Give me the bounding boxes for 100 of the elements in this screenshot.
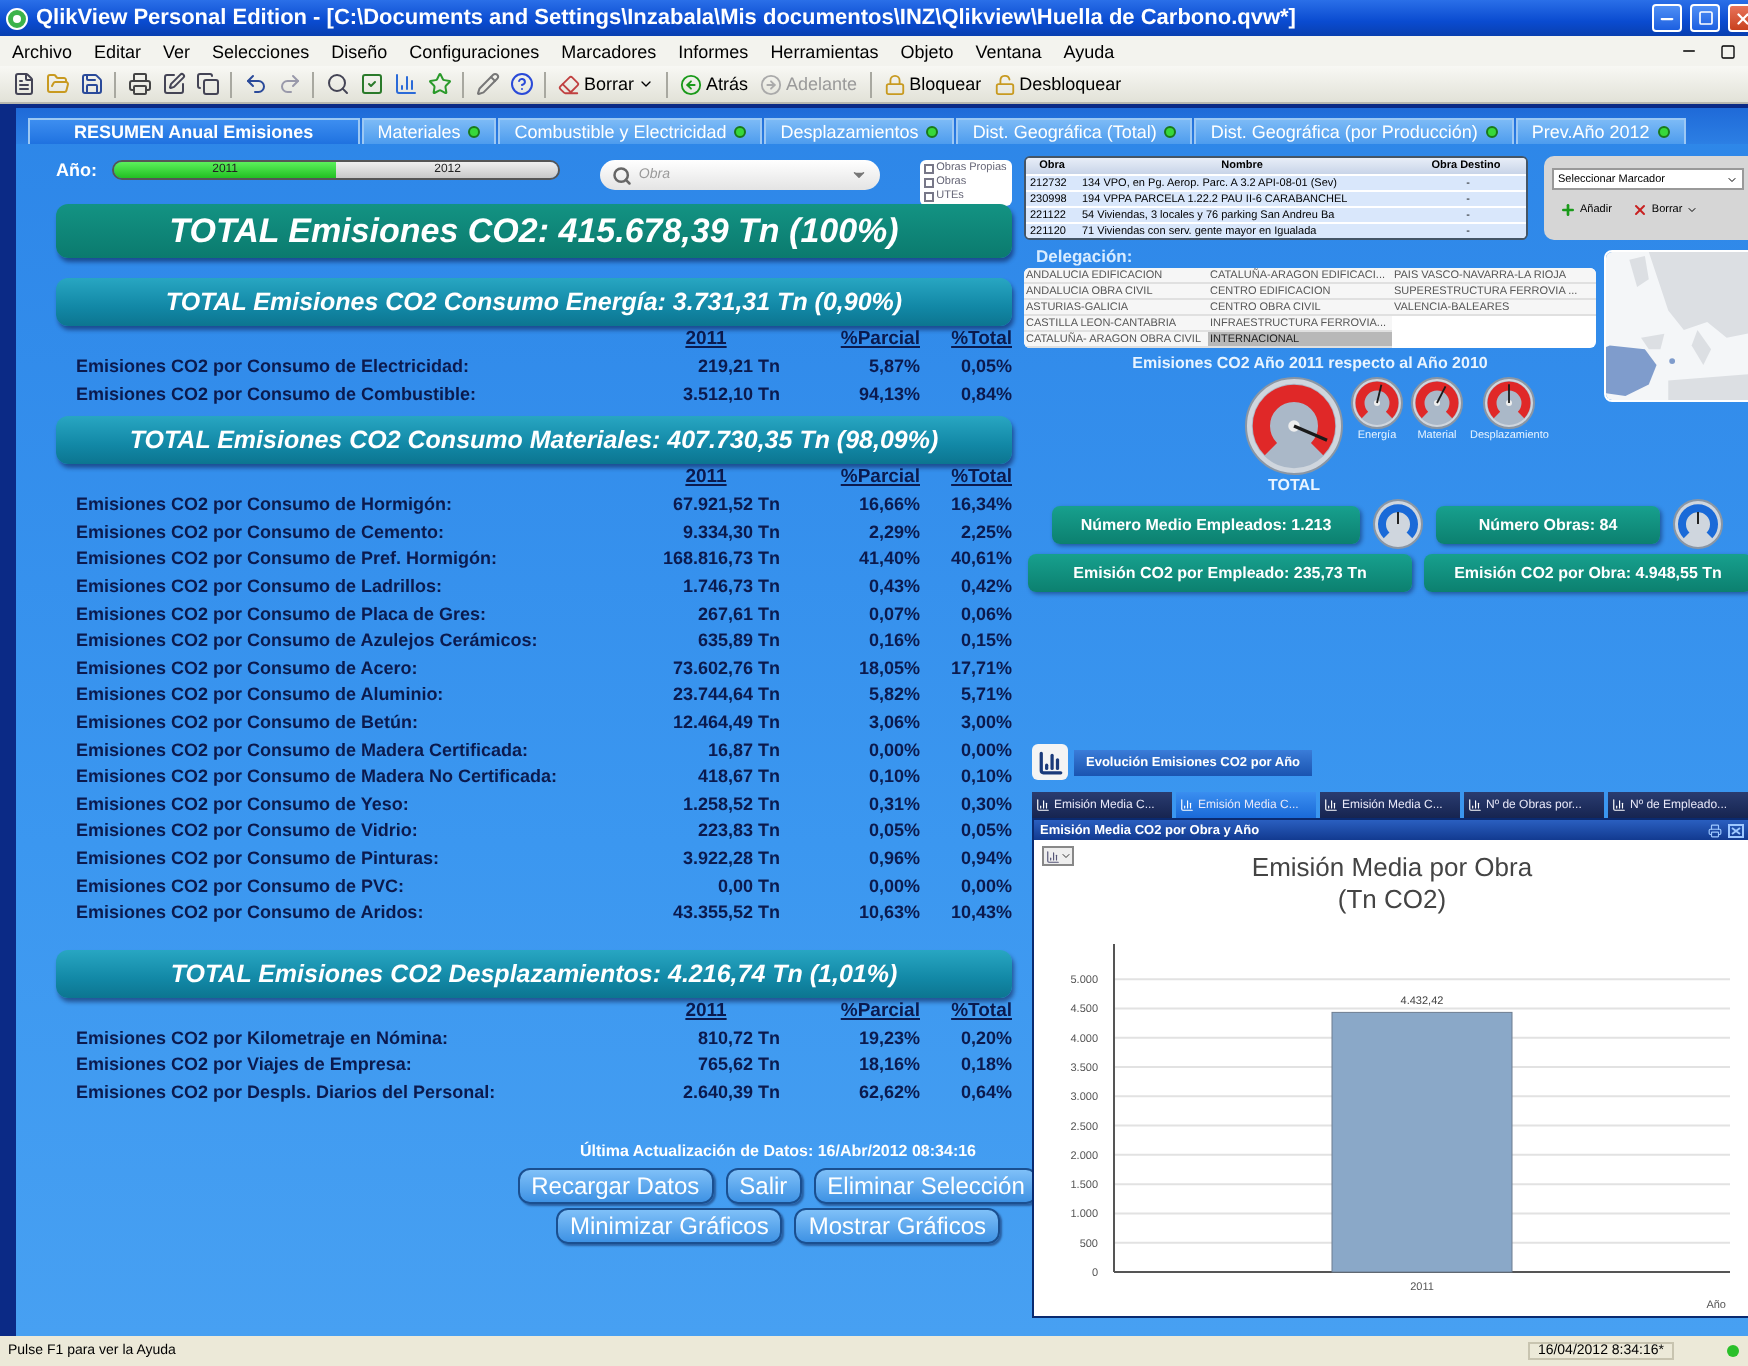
- table-cell-text: 12.464,49 Tn: [670, 709, 780, 736]
- sheet-tab[interactable]: RESUMEN Anual Emisiones: [28, 118, 360, 144]
- gauge-needle: [1508, 383, 1511, 404]
- menu-item[interactable]: Ayuda: [1063, 41, 1115, 61]
- table-cell-text: 0,16%: [866, 628, 920, 655]
- table-cell-text: 0,10%: [958, 764, 1012, 791]
- total-banner: TOTAL Emisiones CO2: 415.678,39 Tn (100%): [56, 204, 1012, 258]
- gauge-dial: [1411, 377, 1463, 429]
- row-label: Emisiones CO2 por Consumo de PVC:: [76, 873, 407, 900]
- table-cell-text: 16,87 Tn: [705, 737, 780, 764]
- plus-icon: [1560, 202, 1576, 218]
- eraser-icon: [558, 73, 580, 95]
- save-icon[interactable]: [76, 69, 106, 99]
- column-header: 2011: [685, 997, 727, 1026]
- table-cell-text: 223,83 Tn: [695, 818, 780, 845]
- column-header: %Total: [951, 326, 1012, 354]
- column-header: %Parcial: [840, 326, 920, 354]
- row-label: Emisiones CO2 por Consumo de Electricidad:: [76, 354, 472, 380]
- table-cell-text: 0,00%: [866, 737, 920, 764]
- chart-subtitle: (Tn CO2): [1337, 884, 1447, 916]
- table-cell-text: 19,23%: [856, 1025, 920, 1052]
- gauge-title: Emisiones CO2 Año 2011 respecto al Año 2010: [1132, 352, 1488, 376]
- table-cell-text: 0,00%: [958, 873, 1012, 899]
- search-icon[interactable]: [322, 69, 352, 99]
- table-cell-text: 635,89 Tn: [695, 628, 780, 655]
- table-cell-text: 0,84%: [958, 381, 1012, 408]
- table-cell-text: 0,15%: [958, 628, 1012, 655]
- table-cell-text: 765,62 Tn: [695, 1052, 780, 1079]
- toolbar-button[interactable]: Atrás: [676, 69, 753, 99]
- table-cell-text: 10,63%: [856, 900, 920, 927]
- table-cell-text: 0,31%: [866, 791, 920, 818]
- menu-item[interactable]: Marcadores: [561, 41, 657, 61]
- row-label: Emisiones CO2 por Consumo de Aridos:: [76, 900, 426, 927]
- help-icon[interactable]: [506, 69, 536, 99]
- chart-type-icon[interactable]: [1042, 846, 1074, 866]
- stat-label: Número Medio Empleados: 1.213: [1052, 505, 1360, 543]
- toolbar-button[interactable]: Bloquear: [879, 69, 986, 99]
- menu-item[interactable]: Ver: [163, 41, 191, 61]
- row-label: Emisiones CO2 por Consumo de Pref. Hormigón:: [76, 546, 500, 573]
- menu-item[interactable]: Selecciones: [212, 41, 310, 61]
- table-cell-text: 18,16%: [856, 1052, 920, 1079]
- copy-icon[interactable]: [192, 69, 222, 99]
- maximize-button[interactable]: [1690, 4, 1720, 32]
- menu-item[interactable]: Diseño: [331, 41, 388, 61]
- minimize-button[interactable]: [1652, 4, 1682, 32]
- table-cell-text: 2,25%: [958, 519, 1012, 546]
- stat-label: Emisión CO2 por Empleado: 235,73 Tn: [1028, 554, 1412, 592]
- row-label: Emisiones CO2 por Consumo de Madera Certificada:: [76, 737, 531, 764]
- row-label: Emisiones CO2 por Consumo de Betún:: [76, 709, 421, 736]
- edit-icon[interactable]: [158, 69, 188, 99]
- table-cell-text: 0,64%: [958, 1079, 1012, 1106]
- toolbar-button[interactable]: Desbloquear: [989, 69, 1126, 99]
- row-label: Emisiones CO2 por Consumo de Combustible:: [76, 381, 479, 408]
- table-cell-text: 0,42%: [958, 573, 1012, 600]
- table-cell-text: 267,61 Tn: [695, 601, 780, 628]
- print-icon[interactable]: [1708, 823, 1722, 837]
- last-update-text: Última Actualización de Datos: 16/Abr/2012 08:34:16: [580, 1142, 976, 1161]
- list-label: Delegación:: [1034, 244, 1133, 268]
- table-cell-text: 0,00%: [866, 873, 920, 899]
- pencil-icon[interactable]: [472, 69, 502, 99]
- star-icon[interactable]: [424, 69, 454, 99]
- table-cell-text: 0,18%: [958, 1052, 1012, 1079]
- search-icon: [612, 165, 633, 185]
- row-label: Emisiones CO2 por Consumo de Yeso:: [76, 791, 411, 818]
- gauge-needle: [1376, 383, 1383, 404]
- menu-item[interactable]: Herramientas: [770, 41, 879, 61]
- section-banner: TOTAL Emisiones CO2 Consumo Energía: 3.731,31 Tn (0,90%): [56, 278, 1012, 326]
- excel-icon[interactable]: [1728, 823, 1744, 837]
- table-cell-text: 810,72 Tn: [695, 1025, 780, 1052]
- table-cell-text: 0,94%: [958, 845, 1012, 872]
- table-cell-text: 16,66%: [856, 492, 920, 519]
- table-cell-text: 2,29%: [866, 519, 920, 546]
- toolbar-button[interactable]: Borrar: [554, 69, 659, 99]
- row-label: Emisiones CO2 por Consumo de Acero:: [76, 655, 420, 682]
- gauge-needle: [1436, 385, 1447, 404]
- row-label: Emisiones CO2 por Consumo de Azulejos Cerámicos:: [76, 628, 540, 655]
- menu-item[interactable]: Objeto: [900, 41, 954, 61]
- bar-chart-icon[interactable]: [390, 69, 420, 99]
- menu-item[interactable]: Editar: [94, 41, 142, 61]
- restore-icon[interactable]: [1720, 43, 1736, 59]
- table-cell-text: 43.355,52 Tn: [670, 900, 780, 927]
- section-banner: TOTAL Emisiones CO2 Consumo Materiales: 407.730,35 Tn (98,09%): [56, 416, 1012, 465]
- menu-item[interactable]: Configuraciones: [409, 41, 540, 61]
- table-cell-text: 9.334,30 Tn: [680, 519, 780, 546]
- table-cell-text: 23.744,64 Tn: [670, 682, 780, 709]
- caret-icon: [850, 166, 869, 184]
- table-cell-text: 219,21 Tn: [695, 354, 780, 380]
- menu-item[interactable]: Informes: [678, 41, 749, 61]
- bar-chart-icon: [1324, 798, 1338, 812]
- status-dot-icon: [1726, 1344, 1740, 1358]
- gauge-dial: [1351, 377, 1403, 429]
- bar-chart-icon: [1180, 798, 1194, 812]
- printer-icon[interactable]: [124, 69, 154, 99]
- checkbox-icon[interactable]: [356, 69, 386, 99]
- menu-item[interactable]: Archivo: [12, 41, 73, 61]
- gauge-needle: [1293, 424, 1328, 442]
- table-cell-text: 418,67 Tn: [695, 764, 780, 791]
- menu-item[interactable]: Ventana: [975, 41, 1042, 61]
- section-banner: TOTAL Emisiones CO2 Desplazamientos: 4.216,74 Tn (1,01%): [56, 949, 1012, 998]
- maximize-icon: [1697, 10, 1713, 26]
